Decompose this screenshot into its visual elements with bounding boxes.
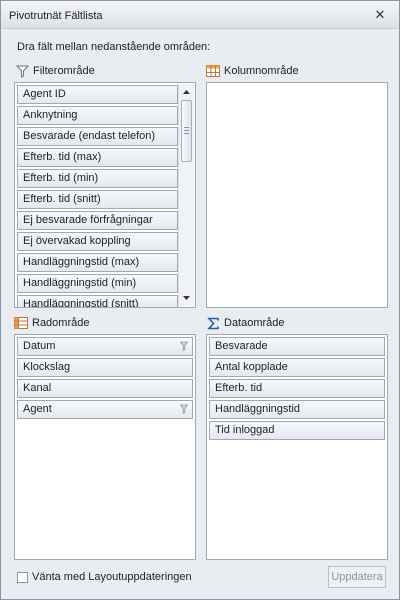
filter-area-header: Filterområde xyxy=(16,63,95,79)
field-label: Efterb. tid (snitt) xyxy=(23,193,101,205)
field-label: Efterb. tid (min) xyxy=(23,172,99,184)
field-item[interactable]: Datum xyxy=(17,337,193,356)
defer-layout-update-label[interactable]: Vänta med Layoutuppdateringen xyxy=(32,571,192,583)
title-bar[interactable]: Pivotrutnät Fältlista ✕ xyxy=(1,1,399,29)
field-item[interactable]: Klockslag xyxy=(17,358,193,377)
row-area-header: Radområde xyxy=(14,315,89,331)
field-label: Kanal xyxy=(23,382,52,394)
field-item[interactable]: Efterb. tid xyxy=(209,379,385,398)
update-button[interactable]: Uppdatera xyxy=(328,566,386,588)
field-item[interactable]: Handläggningstid (snitt) xyxy=(17,295,178,308)
filter-area-label: Filterområde xyxy=(33,65,95,77)
field-label: Besvarade (endast telefon) xyxy=(23,130,156,142)
field-label: Handläggningstid xyxy=(215,403,301,415)
grid-icon xyxy=(14,317,28,329)
field-item[interactable]: Tid inloggad xyxy=(209,421,385,440)
field-label: Efterb. tid xyxy=(215,382,263,394)
field-label: Tid inloggad xyxy=(215,424,275,436)
row-field-list: Datum Klockslag Kanal Agent xyxy=(17,337,193,421)
field-item[interactable]: Efterb. tid (min) xyxy=(17,169,178,188)
defer-layout-update-checkbox[interactable] xyxy=(17,572,28,583)
column-area-box[interactable] xyxy=(206,82,388,308)
field-item[interactable]: Antal kopplade xyxy=(209,358,385,377)
scroll-down-arrow-icon[interactable] xyxy=(179,291,194,305)
field-label: Agent xyxy=(23,403,52,415)
field-item[interactable]: Handläggningstid (max) xyxy=(17,253,178,272)
data-area-label: Dataområde xyxy=(224,317,285,329)
field-label: Agent ID xyxy=(23,88,66,100)
field-item[interactable]: Besvarade xyxy=(209,337,385,356)
sigma-icon xyxy=(207,317,219,329)
field-label: Ej övervakad koppling xyxy=(23,235,131,247)
grid-icon xyxy=(206,65,220,77)
field-item[interactable]: Efterb. tid (max) xyxy=(17,148,178,167)
filter-icon[interactable] xyxy=(180,404,188,414)
filter-field-list: Agent ID Anknytning Besvarade (endast tele… xyxy=(17,85,178,308)
field-item[interactable]: Ej besvarade förfrågningar xyxy=(17,211,178,230)
field-item[interactable]: Besvarade (endast telefon) xyxy=(17,127,178,146)
field-label: Handläggningstid (max) xyxy=(23,256,140,268)
field-item[interactable]: Handläggningstid xyxy=(209,400,385,419)
field-item[interactable]: Kanal xyxy=(17,379,193,398)
pivot-field-list-window: Pivotrutnät Fältlista ✕ Dra fält mellan … xyxy=(0,0,400,600)
field-label: Handläggningstid (min) xyxy=(23,277,137,289)
field-label: Besvarade xyxy=(215,340,268,352)
row-area-label: Radområde xyxy=(32,317,90,329)
instruction-text: Dra fält mellan nedanstående områden: xyxy=(17,41,211,53)
field-label: Klockslag xyxy=(23,361,71,373)
field-label: Anknytning xyxy=(23,109,78,121)
field-item[interactable]: Handläggningstid (min) xyxy=(17,274,178,293)
field-label: Antal kopplade xyxy=(215,361,288,373)
field-item[interactable]: Agent ID xyxy=(17,85,178,104)
field-label: Datum xyxy=(23,340,56,352)
field-item[interactable]: Anknytning xyxy=(17,106,178,125)
column-area-label: Kolumnområde xyxy=(224,65,299,77)
scroll-thumb[interactable] xyxy=(181,100,192,162)
field-label: Efterb. tid (max) xyxy=(23,151,102,163)
row-area-box[interactable]: Datum Klockslag Kanal Agent xyxy=(14,334,196,560)
vertical-scrollbar[interactable] xyxy=(178,84,194,306)
funnel-icon xyxy=(16,65,29,78)
scroll-up-arrow-icon[interactable] xyxy=(179,85,194,99)
data-area-header: Dataområde xyxy=(207,315,285,331)
close-icon[interactable]: ✕ xyxy=(373,8,387,22)
field-label: Handläggningstid (snitt) xyxy=(23,298,139,308)
field-item[interactable]: Ej övervakad koppling xyxy=(17,232,178,251)
window-title: Pivotrutnät Fältlista xyxy=(9,10,103,22)
data-field-list: Besvarade Antal kopplade Efterb. tid Handlä… xyxy=(209,337,385,442)
column-area-header: Kolumnområde xyxy=(206,63,299,79)
field-item[interactable]: Agent xyxy=(17,400,193,419)
field-label: Ej besvarade förfrågningar xyxy=(23,214,153,226)
data-area-box[interactable]: Besvarade Antal kopplade Efterb. tid Handlä… xyxy=(206,334,388,560)
filter-icon[interactable] xyxy=(180,341,188,351)
field-item[interactable]: Efterb. tid (snitt) xyxy=(17,190,178,209)
scroll-grip xyxy=(184,127,189,136)
filter-area-box[interactable]: Agent ID Anknytning Besvarade (endast tele… xyxy=(14,82,196,308)
